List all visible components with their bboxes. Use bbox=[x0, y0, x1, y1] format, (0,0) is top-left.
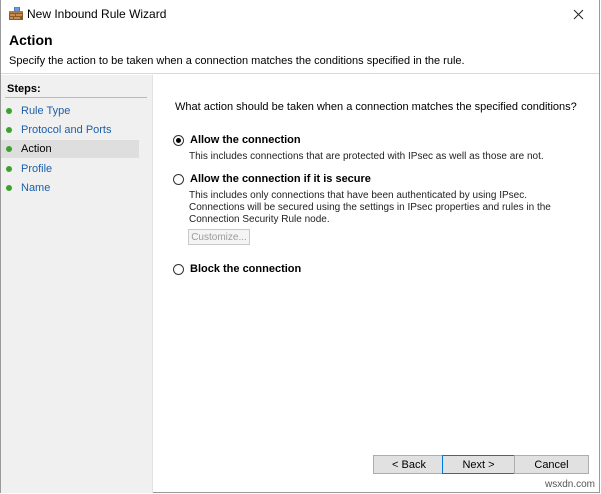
step-protocol-and-ports[interactable]: Protocol and Ports bbox=[1, 121, 139, 139]
step-bullet-icon bbox=[6, 146, 12, 152]
step-bullet-icon bbox=[6, 108, 12, 114]
page-title: Action bbox=[9, 32, 53, 48]
steps-sidebar: Steps: Rule Type Protocol and Ports Acti… bbox=[1, 75, 153, 493]
page-description: Specify the action to be taken when a co… bbox=[9, 55, 465, 67]
steps-divider bbox=[5, 97, 147, 98]
next-button[interactable]: Next > bbox=[442, 455, 515, 474]
step-bullet-icon bbox=[6, 127, 12, 133]
allow-connection-label: Allow the connection bbox=[190, 134, 301, 146]
allow-connection-description: This includes connections that are prote… bbox=[189, 151, 544, 162]
step-label: Action bbox=[21, 143, 52, 155]
title-bar: New Inbound Rule Wizard bbox=[1, 0, 599, 28]
wizard-window: New Inbound Rule Wizard Action Specify t… bbox=[0, 0, 600, 493]
step-rule-type[interactable]: Rule Type bbox=[1, 102, 139, 120]
cancel-button[interactable]: Cancel bbox=[514, 455, 589, 474]
step-label: Name bbox=[21, 182, 51, 194]
block-connection-radio[interactable] bbox=[173, 263, 184, 275]
step-label: Protocol and Ports bbox=[21, 124, 112, 136]
window-title: New Inbound Rule Wizard bbox=[27, 7, 167, 21]
allow-secure-option[interactable]: Allow the connection if it is secure bbox=[173, 173, 371, 185]
action-question: What action should be taken when a conne… bbox=[175, 101, 577, 113]
steps-heading: Steps: bbox=[7, 83, 41, 95]
firewall-icon bbox=[9, 7, 23, 20]
allow-secure-radio[interactable] bbox=[173, 173, 184, 185]
allow-connection-radio[interactable] bbox=[173, 134, 184, 146]
step-profile[interactable]: Profile bbox=[1, 160, 139, 178]
close-icon bbox=[573, 9, 583, 19]
allow-secure-description: This includes only connections that have… bbox=[189, 190, 551, 225]
close-button[interactable] bbox=[557, 0, 599, 28]
watermark: wsxdn.com bbox=[545, 479, 596, 490]
block-connection-label: Block the connection bbox=[190, 263, 302, 275]
step-bullet-icon bbox=[6, 166, 12, 172]
step-label: Profile bbox=[21, 163, 53, 175]
wizard-header: Action Specify the action to be taken wh… bbox=[1, 28, 599, 74]
step-action[interactable]: Action bbox=[1, 140, 139, 158]
block-connection-option[interactable]: Block the connection bbox=[173, 263, 301, 275]
allow-connection-option[interactable]: Allow the connection bbox=[173, 134, 301, 146]
customize-button[interactable]: Customize... bbox=[188, 229, 250, 245]
step-bullet-icon bbox=[6, 185, 12, 191]
allow-secure-label: Allow the connection if it is secure bbox=[190, 173, 371, 185]
step-name[interactable]: Name bbox=[1, 179, 139, 197]
main-panel: What action should be taken when a conne… bbox=[153, 75, 600, 493]
back-button[interactable]: < Back bbox=[373, 455, 445, 474]
step-label: Rule Type bbox=[21, 105, 71, 117]
